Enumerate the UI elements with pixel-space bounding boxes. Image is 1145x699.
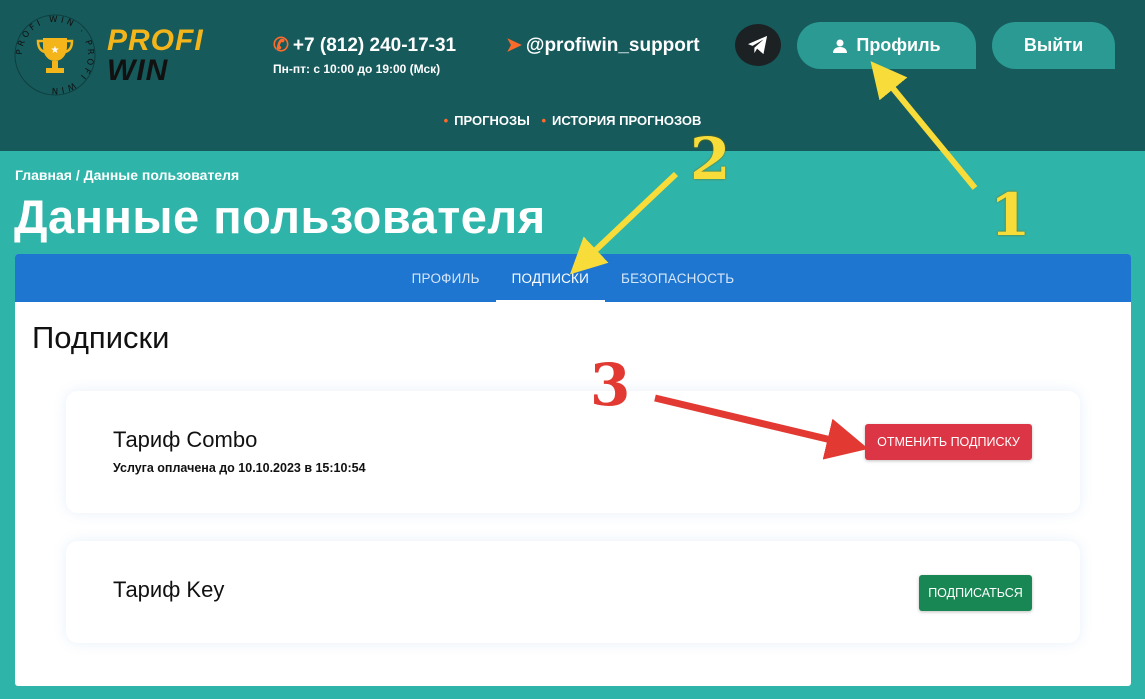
telegram-button[interactable] [735, 24, 781, 66]
annotation-arrow-2 [569, 171, 679, 275]
trophy-logo-icon: PROFI WIN · PROFI WIN ★ [14, 14, 96, 96]
page-title: Данные пользователя [14, 190, 546, 243]
section-title: Подписки [32, 320, 170, 355]
subscribe-button[interactable]: ПОДПИСАТЬСЯ [919, 575, 1032, 611]
telegram-plane-icon: ➤ [506, 35, 522, 56]
working-hours: Пн-пт: с 10:00 до 19:00 (Мск) [273, 62, 441, 76]
subscription-name: Тариф Key [113, 577, 225, 602]
site-header: PROFI WIN · PROFI WIN ★ PROFI WIN ✆ +7 (8… [0, 0, 1145, 151]
user-data-card: ПРОФИЛЬ ПОДПИСКИ БЕЗОПАСНОСТЬ Подписки Т… [15, 254, 1131, 686]
subscription-paid-until: Услуга оплачена до 10.10.2023 в 15:10:54 [113, 461, 366, 475]
annotation-number-1: 1 [990, 181, 1031, 249]
telegram-icon [748, 35, 768, 55]
tab-security[interactable]: БЕЗОПАСНОСТЬ [605, 254, 750, 302]
main-nav: • ПРОГНОЗЫ • ИСТОРИЯ ПРОГНОЗОВ [0, 113, 1145, 128]
phone-link[interactable]: ✆ +7 (812) 240-17-31 [273, 34, 456, 57]
tab-bar: ПРОФИЛЬ ПОДПИСКИ БЕЗОПАСНОСТЬ [15, 254, 1131, 302]
phone-icon: ✆ [273, 35, 289, 56]
breadcrumb[interactable]: Главная / Данные пользователя [15, 167, 239, 183]
nav-item-forecast-history[interactable]: • ИСТОРИЯ ПРОГНОЗОВ [541, 113, 701, 128]
telegram-support-link[interactable]: ➤ @profiwin_support [506, 34, 700, 57]
subscription-item-key: Тариф Key ПОДПИСАТЬСЯ [66, 541, 1080, 643]
user-icon [833, 39, 848, 53]
site-logo[interactable]: PROFI WIN · PROFI WIN ★ PROFI WIN [12, 12, 222, 102]
nav-item-forecasts[interactable]: • ПРОГНОЗЫ [444, 113, 530, 128]
svg-text:★: ★ [51, 45, 60, 56]
logo-wordmark: PROFI WIN [107, 24, 204, 87]
tab-subscriptions[interactable]: ПОДПИСКИ [495, 254, 606, 302]
subscription-name: Тариф Combo [113, 427, 258, 452]
logout-button[interactable]: Выйти [992, 22, 1115, 69]
cancel-subscription-button[interactable]: ОТМЕНИТЬ ПОДПИСКУ [865, 424, 1032, 460]
tab-profile[interactable]: ПРОФИЛЬ [396, 254, 496, 302]
annotation-number-2: 2 [690, 125, 731, 193]
annotation-number-3: 3 [590, 351, 631, 419]
subscription-item-combo: Тариф Combo Услуга оплачена до 10.10.202… [66, 391, 1080, 513]
profile-button[interactable]: Профиль [797, 22, 976, 69]
